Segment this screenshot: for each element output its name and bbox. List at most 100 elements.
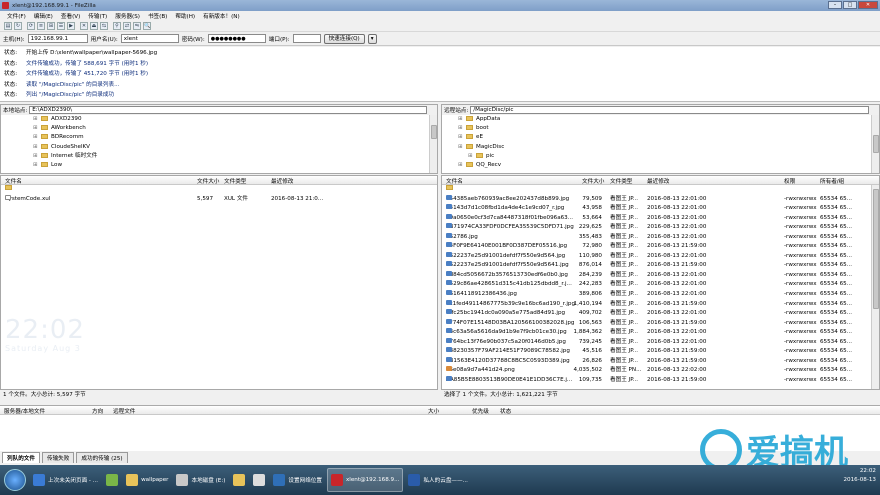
queue-toggle-icon[interactable]: ☰ — [57, 21, 65, 30]
file-row[interactable]: 24143d7d1c08fbd1da4de4c1e9cd07_r.jpg 43,9… — [442, 204, 879, 214]
col-owner[interactable]: 所有者/组 — [820, 177, 844, 185]
tree-item[interactable]: ⊞ AppData — [458, 115, 879, 124]
menu-item[interactable]: 查看(V) — [57, 12, 84, 20]
expand-icon[interactable]: ⊞ — [458, 115, 466, 124]
queue-col[interactable]: 服务器/本地文件 — [4, 407, 45, 415]
file-row[interactable]: 54F0F9E64140E001BF0D387DEF05516.jpg 72,98… — [442, 242, 879, 252]
file-row[interactable]: 5622237e25d91001defdf7f550e9d5641.jpg 876… — [442, 261, 879, 271]
taskbar-item[interactable]: xlent@192.168.9... — [326, 468, 404, 492]
file-row[interactable]: AA85B5E8803513B90DE0E41E1DD36C7E.j... 109… — [442, 375, 879, 386]
queue-tab[interactable]: 列队的文件 — [2, 452, 40, 463]
taskbar-item[interactable] — [103, 468, 121, 492]
process-queue-icon[interactable]: ▶ — [67, 21, 75, 30]
expand-icon[interactable]: ⊞ — [33, 161, 41, 170]
file-row[interactable]: 054385aeb760939ac8ee202437d8b899.jpg 79,5… — [442, 194, 879, 205]
expand-icon[interactable]: ⊞ — [33, 143, 41, 152]
tree-item[interactable]: ⊞ Internet 临时文件 — [33, 152, 437, 161]
local-path-input[interactable]: E:\ADXD2390\ — [29, 106, 427, 114]
maximize-button[interactable]: □ — [843, 1, 857, 9]
tray-time[interactable]: 22:02 — [843, 467, 876, 476]
host-input[interactable]: 192.168.99.1 — [27, 34, 88, 43]
tree-item[interactable]: ⊞ QQ_Recv — [458, 161, 879, 170]
file-row[interactable]: 988230357F79AF214E51F79089C78582.jpg 45,5… — [442, 347, 879, 357]
col-filename[interactable]: 文件名 — [5, 177, 22, 185]
reconnect-icon[interactable]: ⇆ — [100, 21, 108, 30]
compare-icon[interactable]: ⇄ — [123, 21, 131, 30]
search-icon[interactable]: 🔍 — [143, 21, 151, 30]
col-filename[interactable]: 文件名 — [446, 177, 463, 185]
queue-col[interactable]: 远程文件 — [113, 407, 135, 415]
start-button[interactable] — [4, 469, 26, 491]
menu-item[interactable]: 服务器(S) — [111, 12, 144, 20]
file-row[interactable]: 2B71974CA33FDF0DCFEA35539C5DFD71.jpg 229,… — [442, 223, 879, 233]
expand-icon[interactable]: ⊞ — [458, 143, 466, 152]
site-manager-icon[interactable]: ▤ — [4, 21, 12, 30]
queue-col[interactable]: 优先级 — [472, 407, 489, 415]
file-row[interactable]: 9764bc13f76e90b037c5a20f0146d0b5.jpg 739,… — [442, 337, 879, 348]
file-row[interactable]: 76164118912386436.jpg 389,806 看图王 JP... 201… — [442, 290, 879, 300]
col-permissions[interactable]: 权限 — [784, 177, 795, 185]
expand-icon[interactable]: ⊞ — [33, 152, 41, 161]
quickconnect-button[interactable]: 快速连接(Q) — [323, 33, 365, 44]
col-filetype[interactable]: 文件类型 — [610, 177, 632, 185]
expand-icon[interactable]: ⊞ — [458, 161, 466, 170]
file-row[interactable]: 7c1fed49114867775b39c9e16bc6ad190_r.jpg 1… — [442, 299, 879, 310]
col-modified[interactable]: 最近修改 — [271, 177, 293, 185]
file-row[interactable]: .. — [1, 185, 437, 195]
taskbar-item[interactable] — [250, 468, 268, 492]
taskbar-item[interactable]: 上次未关闭页面 - ... — [30, 468, 101, 492]
expand-icon[interactable]: ⊞ — [458, 133, 466, 142]
tree-item[interactable]: ⊞ CloudeShelKV — [33, 143, 437, 152]
file-row[interactable]: 7529c86ae428651d315c41db125dbdd8_r.j... 2… — [442, 280, 879, 290]
refresh-icon[interactable]: ⟳ — [27, 21, 35, 30]
tree-toggle-icon[interactable]: ⊞ — [47, 21, 55, 30]
log-toggle-icon[interactable]: ≡ — [37, 21, 45, 30]
username-input[interactable]: xlent — [120, 34, 179, 43]
tree-item[interactable]: ⊞ pic — [458, 152, 879, 161]
col-filesize[interactable]: 文件大小 — [582, 177, 604, 185]
tree-item[interactable]: ⊞ boot — [458, 124, 879, 133]
file-row[interactable]: a6e08a9d7a441d24.png 4,035,502 看图王 PN... 20… — [442, 366, 879, 376]
file-row[interactable]: .. — [442, 185, 879, 195]
queue-col[interactable]: 状态 — [500, 407, 511, 415]
queue-tab[interactable]: 成功的传输 (25) — [76, 452, 128, 463]
tree-item[interactable]: ⊞ eE — [458, 133, 879, 142]
file-row[interactable]: 7ffc25bc1941dc0a090a5e775ad84d91.jpg 409,… — [442, 309, 879, 319]
tree-item[interactable]: ⊞ Low — [33, 161, 437, 170]
filter-icon[interactable]: ⚲ — [113, 21, 121, 30]
file-row[interactable]: SystemCode.xul 5,597 XUL 文件 2016-08-13 21:0… — [1, 194, 437, 205]
password-input[interactable]: ●●●●●●●● — [207, 34, 266, 43]
sync-browse-icon[interactable]: ⇋ — [133, 21, 141, 30]
menu-item[interactable]: 帮助(H) — [171, 12, 199, 20]
file-row[interactable]: 9B1563E4120D37788C8BC5C0593D389.jpg 26,82… — [442, 356, 879, 367]
queue-col[interactable]: 方向 — [92, 407, 103, 415]
file-row[interactable]: 29a0650e0cf3d7ca84487318f01fbe096a63... 5… — [442, 213, 879, 224]
col-modified[interactable]: 最近修改 — [647, 177, 669, 185]
minimize-button[interactable]: – — [828, 1, 842, 9]
queue-col[interactable]: 大小 — [428, 407, 439, 415]
expand-icon[interactable]: ⊞ — [458, 124, 466, 133]
disconnect-icon[interactable]: ⏏ — [90, 21, 98, 30]
taskbar-item[interactable]: 私人的云盘——... — [405, 468, 471, 492]
menu-item[interactable]: 书签(B) — [144, 12, 171, 20]
port-input[interactable] — [292, 34, 321, 43]
remote-path-input[interactable]: /MagicDisc/pic — [470, 106, 869, 114]
menu-item[interactable]: 传输(T) — [84, 12, 111, 20]
queue-tab[interactable]: 传输失败 — [41, 452, 75, 463]
file-row[interactable]: 93c63a56a5616da9d1b9e7f9cb01ce30.jpg 1,88… — [442, 328, 879, 338]
expand-icon[interactable]: ⊞ — [468, 152, 476, 161]
quickconnect-dropdown[interactable]: ▾ — [367, 33, 377, 44]
col-filesize[interactable]: 文件大小 — [197, 177, 219, 185]
tree-item[interactable]: ⊞ BDRecomm — [33, 133, 437, 142]
file-row[interactable]: 362786.jpg 355,483 看图王 JP... 2016-08-13 22:… — [442, 232, 879, 243]
expand-icon[interactable]: ⊞ — [33, 133, 41, 142]
file-row[interactable]: 5d84cd5056672b3576513730edf6e0b0.jpg 284,… — [442, 270, 879, 281]
reconnect-icon[interactable]: ↻ — [14, 21, 22, 30]
file-row[interactable]: 5622237e25d91001defdf7f550e9d564.jpg 110,… — [442, 251, 879, 262]
taskbar-item[interactable]: 本地磁盘 (E:) — [173, 468, 228, 492]
expand-icon[interactable]: ⊞ — [33, 124, 41, 133]
tray-date[interactable]: 2016-08-13 — [843, 476, 876, 485]
tree-item[interactable]: ⊞ MagicDisc — [458, 143, 879, 152]
close-button[interactable]: ✕ — [858, 1, 878, 9]
menu-item[interactable]: 文件(F) — [3, 12, 30, 20]
